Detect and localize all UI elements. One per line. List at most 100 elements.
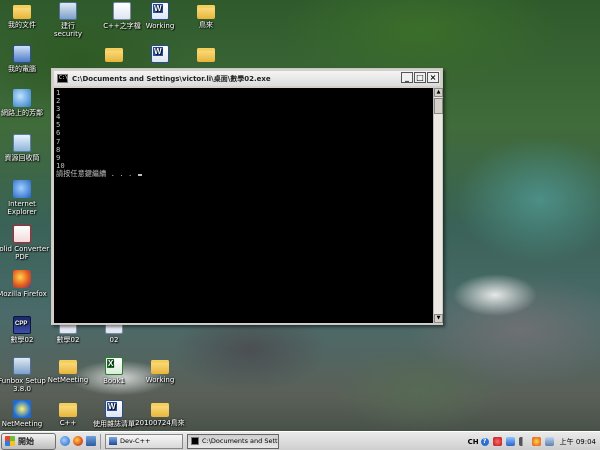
ime-indicator[interactable]: CH ? [467, 437, 489, 446]
excel-icon [105, 357, 123, 375]
taskbar: 開始 Dev-C++ C:\Documents and Sett... CH ?… [0, 431, 600, 450]
clock[interactable]: 上午 09:04 [560, 437, 596, 447]
console-window[interactable]: C:\ C:\Documents and Settings\victor.li\… [51, 68, 443, 325]
firefox-tray-icon[interactable] [531, 437, 541, 446]
speaker-icon[interactable] [518, 437, 528, 446]
task-button-console[interactable]: C:\Documents and Sett... [187, 433, 279, 449]
desktop-icon-label: Book1 [103, 377, 125, 385]
start-button[interactable]: 開始 [1, 432, 56, 450]
folder-icon [197, 48, 215, 62]
folder-icon [151, 403, 169, 417]
console-line: 7 [56, 136, 61, 146]
doc-icon [113, 2, 131, 20]
desktop-icon-label: 使用雜誌清單 [93, 420, 135, 428]
task-button-label: C:\Documents and Sett... [202, 437, 279, 445]
network-icon [13, 89, 31, 107]
vertical-scrollbar[interactable]: ▲ ▼ [433, 88, 443, 323]
antivirus-icon[interactable] [492, 437, 502, 446]
console-prompt: 請按任意鍵繼續 . . . [56, 168, 137, 178]
ie-icon [13, 180, 31, 198]
console-line: 6 [56, 128, 61, 138]
console-titlebar[interactable]: C:\ C:\Documents and Settings\victor.li\… [54, 71, 440, 86]
desktop-icon-label: 我的電腦 [8, 65, 36, 73]
ime-label: CH [467, 437, 479, 446]
setup-icon [59, 2, 77, 20]
console-line: 8 [56, 144, 61, 154]
console-lines: 1 2 3 4 5 6 7 8 9 10 [56, 88, 431, 170]
console-prompt-line: 請按任意鍵繼續 . . . [56, 168, 431, 178]
internet-explorer-icon[interactable] [60, 436, 70, 446]
doc-w-icon [105, 400, 123, 418]
folder-icon [59, 403, 77, 417]
folder-icon [59, 360, 77, 374]
scroll-thumb[interactable] [434, 98, 443, 114]
desktop-icon[interactable]: Internet Explorer [0, 180, 50, 216]
console-app-icon[interactable]: C:\ [57, 74, 68, 83]
desktop-icon[interactable]: 資源回收筒 [0, 134, 50, 162]
help-icon[interactable]: ? [480, 437, 489, 446]
task-button-label: Dev-C++ [120, 437, 151, 445]
network-status-icon[interactable] [505, 437, 515, 446]
desktop-icon[interactable]: 建行 security [40, 2, 96, 38]
desktop-icon[interactable]: 20100724鳥來 [132, 400, 188, 427]
console-line: 5 [56, 120, 61, 130]
console-output[interactable]: 1 2 3 4 5 6 7 8 9 10 請按任意鍵繼續 . . . [54, 88, 433, 323]
start-label: 開始 [18, 436, 34, 446]
dev-cpp-icon [109, 437, 117, 445]
folder-icon [13, 5, 31, 19]
desktop-icon-label: 數學02 [56, 336, 80, 344]
recycle-icon [13, 134, 31, 152]
desktop-icon-label: 02 [109, 336, 119, 344]
desktop-icon[interactable]: 我的電腦 [0, 45, 50, 73]
desktop-icon-label: Funbox Setup 3.8.0 [0, 377, 46, 393]
desktop-icon-label: 我的文件 [8, 21, 36, 29]
console-line: 1 [56, 88, 61, 97]
scroll-up-arrow-icon[interactable]: ▲ [434, 88, 443, 97]
close-button[interactable]: × [427, 72, 439, 83]
scroll-down-arrow-icon[interactable]: ▼ [434, 314, 443, 323]
firefox-icon [13, 270, 31, 288]
system-tray: CH ? 上午 09:04 [462, 432, 600, 450]
maximize-button[interactable]: □ [414, 72, 426, 83]
console-line: 4 [56, 112, 61, 122]
desktop-icon[interactable] [178, 45, 234, 64]
desktop-icon-label: C++ [59, 419, 77, 427]
text-cursor [137, 173, 142, 176]
show-desktop-icon[interactable] [86, 436, 96, 446]
doc-w-icon [151, 2, 169, 20]
doc-w-icon [151, 45, 169, 63]
desktop-icon-label: Working [145, 376, 175, 384]
console-line: 2 [56, 96, 61, 106]
desktop-icon-label: Internet Explorer [7, 200, 37, 216]
quick-launch [60, 436, 96, 446]
desktop-icon-label: NetMeeting [47, 376, 89, 384]
desktop-icon-label: 資源回收筒 [4, 154, 40, 162]
desktop-icon[interactable]: Solid Converter PDF [0, 225, 50, 261]
folder-icon [151, 360, 169, 374]
desktop-icon-label: 網路上的芳鄰 [1, 109, 43, 117]
desktop-icon[interactable]: Working [132, 357, 188, 384]
taskbar-separator [100, 433, 101, 449]
folder-icon [105, 48, 123, 62]
security-shield-icon[interactable] [544, 437, 554, 446]
desktop-icon-label: Working [145, 22, 175, 30]
desktop-icon-label: NetMeeting [1, 420, 43, 428]
desktop-icon-label: Mozilla Firefox [0, 290, 47, 298]
firefox-icon[interactable] [73, 436, 83, 446]
windows-logo-icon [5, 436, 15, 446]
cpp-icon [13, 316, 31, 334]
desktop-icon[interactable]: Mozilla Firefox [0, 270, 50, 298]
netmeeting-icon [13, 400, 31, 418]
task-button-dev-cpp[interactable]: Dev-C++ [105, 433, 183, 449]
desktop-icon[interactable]: 網路上的芳鄰 [0, 89, 50, 117]
console-title: C:\Documents and Settings\victor.li\桌面\數… [72, 74, 271, 83]
console-line: 3 [56, 104, 61, 114]
desktop-icon-label: 20100724鳥來 [135, 419, 185, 427]
console-line: 9 [56, 152, 61, 162]
desktop-icon-label: 數學02 [10, 336, 34, 344]
desktop-icon-label: 鳥來 [199, 21, 213, 29]
minimize-button[interactable]: _ [401, 72, 413, 83]
setup-icon [13, 357, 31, 375]
desktop-icon[interactable]: 鳥來 [178, 2, 234, 29]
desktop-icon-label: 建行 security [54, 22, 82, 38]
